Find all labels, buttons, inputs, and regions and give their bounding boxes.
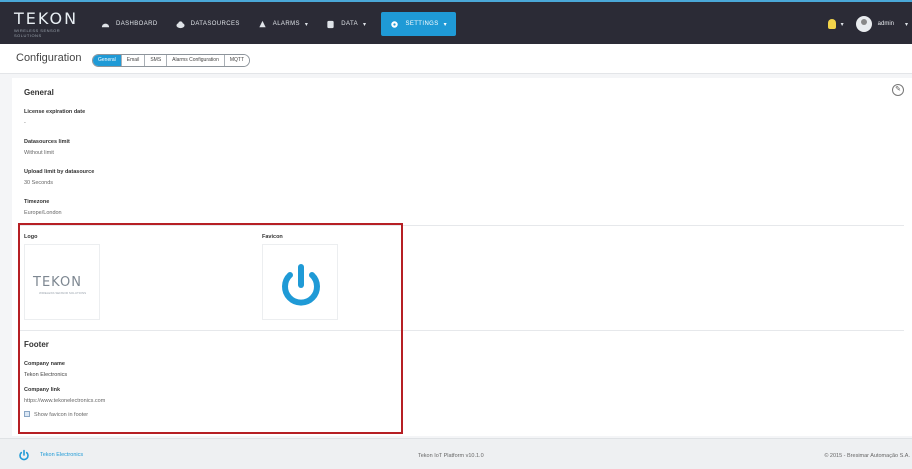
datasources-limit-label: Datasources limit (24, 139, 70, 145)
pencil-icon: ✎ (895, 86, 901, 93)
edit-button[interactable]: ✎ (892, 84, 904, 96)
timezone-label: Timezone (24, 199, 50, 205)
power-icon (19, 449, 29, 461)
upload-limit-label: Upload limit by datasource (24, 169, 95, 175)
tab-alarms-configuration[interactable]: Alarms Configuration (166, 55, 224, 66)
database-icon (327, 20, 334, 28)
footer-company-link[interactable]: Tekon Electronics (40, 452, 83, 458)
top-navbar: TEKON WIRELESS SENSOR SOLUTIONS DASHBOAR… (0, 0, 912, 44)
chevron-down-icon[interactable]: ▾ (905, 21, 908, 28)
dashboard-icon (101, 23, 110, 27)
footer-brand: Tekon Electronics (18, 449, 83, 461)
nav-dashboard[interactable]: DASHBOARD (92, 12, 167, 36)
brand-tagline: WIRELESS SENSOR SOLUTIONS (14, 28, 61, 38)
page-title: Configuration (16, 52, 82, 64)
datasources-limit-value: Without limit (24, 150, 54, 156)
bell-icon (259, 20, 266, 27)
page-header: Configuration General Email SMS Alarms C… (0, 44, 912, 74)
chevron-down-icon: ▾ (443, 21, 448, 28)
timezone-value: Europe/London (24, 210, 62, 216)
nav-datasources[interactable]: DATASOURCES (167, 12, 249, 36)
avatar[interactable] (855, 16, 872, 32)
main-nav: DASHBOARD DATASOURCES ALARMS ▾ DATA ▾ SE… (92, 12, 457, 36)
general-section-title: General (24, 88, 54, 97)
nav-alarms-label: ALARMS (272, 21, 300, 27)
chevron-down-icon: ▾ (363, 21, 367, 28)
nav-settings[interactable]: SETTINGS ▾ (381, 12, 457, 36)
tab-sms[interactable]: SMS (144, 55, 167, 66)
license-label: License expiration date (24, 109, 86, 115)
tab-email[interactable]: Email (120, 55, 145, 66)
nav-dashboard-label: DASHBOARD (116, 21, 158, 27)
user-name[interactable]: admin (878, 21, 894, 27)
config-tabs: General Email SMS Alarms Configuration M… (92, 54, 251, 67)
nav-datasources-label: DATASOURCES (190, 21, 240, 27)
chevron-down-icon: ▾ (304, 21, 309, 28)
cloud-icon (176, 20, 185, 28)
brand-name: TEKON (14, 9, 79, 28)
nav-settings-label: SETTINGS (405, 21, 439, 27)
highlight-box (18, 223, 403, 434)
nav-alarms[interactable]: ALARMS ▾ (249, 12, 318, 36)
tab-mqtt[interactable]: MQTT (223, 55, 250, 66)
user-area: ▾ admin ▾ (827, 12, 912, 36)
chevron-down-icon[interactable]: ▾ (841, 21, 844, 28)
tab-general[interactable]: General (93, 55, 121, 66)
footer-copyright: © 2015 - Bresimar Automação S.A. (824, 453, 910, 459)
nav-data[interactable]: DATA ▾ (317, 12, 375, 36)
page-footer: Tekon Electronics Tekon IoT Platform v10… (0, 438, 912, 469)
upload-limit-value: 30 Seconds (24, 180, 54, 186)
nav-data-label: DATA (341, 21, 359, 27)
gear-icon (391, 20, 399, 28)
footer-version: Tekon IoT Platform v10.1.0 (418, 453, 484, 459)
brand-logo[interactable]: TEKON WIRELESS SENSOR SOLUTIONS (14, 9, 79, 39)
license-value: - (24, 120, 26, 126)
lightbulb-icon[interactable] (827, 19, 836, 29)
